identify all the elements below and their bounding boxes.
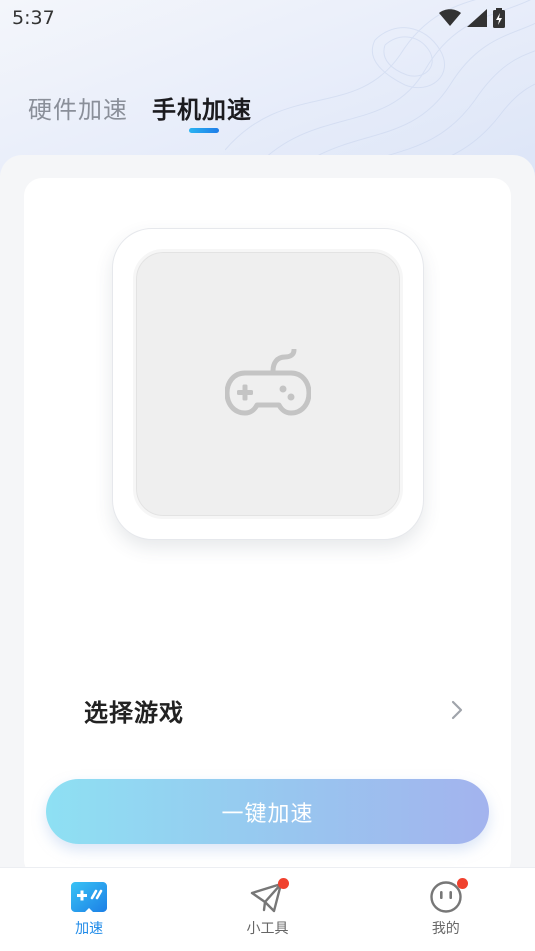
select-game-row[interactable]: 选择游戏 [84,686,464,734]
cellular-signal-icon [467,9,487,27]
select-game-label: 选择游戏 [84,698,184,727]
game-slot-frame[interactable] [112,228,424,540]
tools-notification-badge [278,878,290,889]
tab-bar: 硬件加速 手机加速 [28,90,252,133]
nav-label-tools: 小工具 [246,921,289,937]
tab-hardware-acceleration[interactable]: 硬件加速 [28,90,128,125]
nav-item-tools[interactable]: 小工具 [207,878,327,938]
tab-phone-acceleration-label: 手机加速 [152,96,252,124]
nav-item-accelerate[interactable]: 加速 [29,880,149,938]
one-click-accelerate-button[interactable]: 一键加速 [46,779,489,844]
battery-charging-icon [493,8,505,28]
status-bar: 5:37 [0,0,535,36]
gamepad-tile-icon [71,882,108,912]
status-time: 5:37 [12,7,55,29]
chevron-right-icon [451,700,463,720]
mine-notification-badge [456,878,468,889]
nav-label-mine: 我的 [431,921,460,937]
active-tab-indicator [189,128,219,133]
nav-label-accelerate: 加速 [75,921,104,937]
bottom-navigation: 加速 小工具 我的 [0,867,535,951]
nav-item-mine[interactable]: 我的 [386,878,506,938]
gamepad-icon [225,349,311,416]
wifi-icon [439,9,461,26]
game-slot[interactable] [133,249,403,519]
tab-phone-acceleration[interactable]: 手机加速 [152,90,252,133]
